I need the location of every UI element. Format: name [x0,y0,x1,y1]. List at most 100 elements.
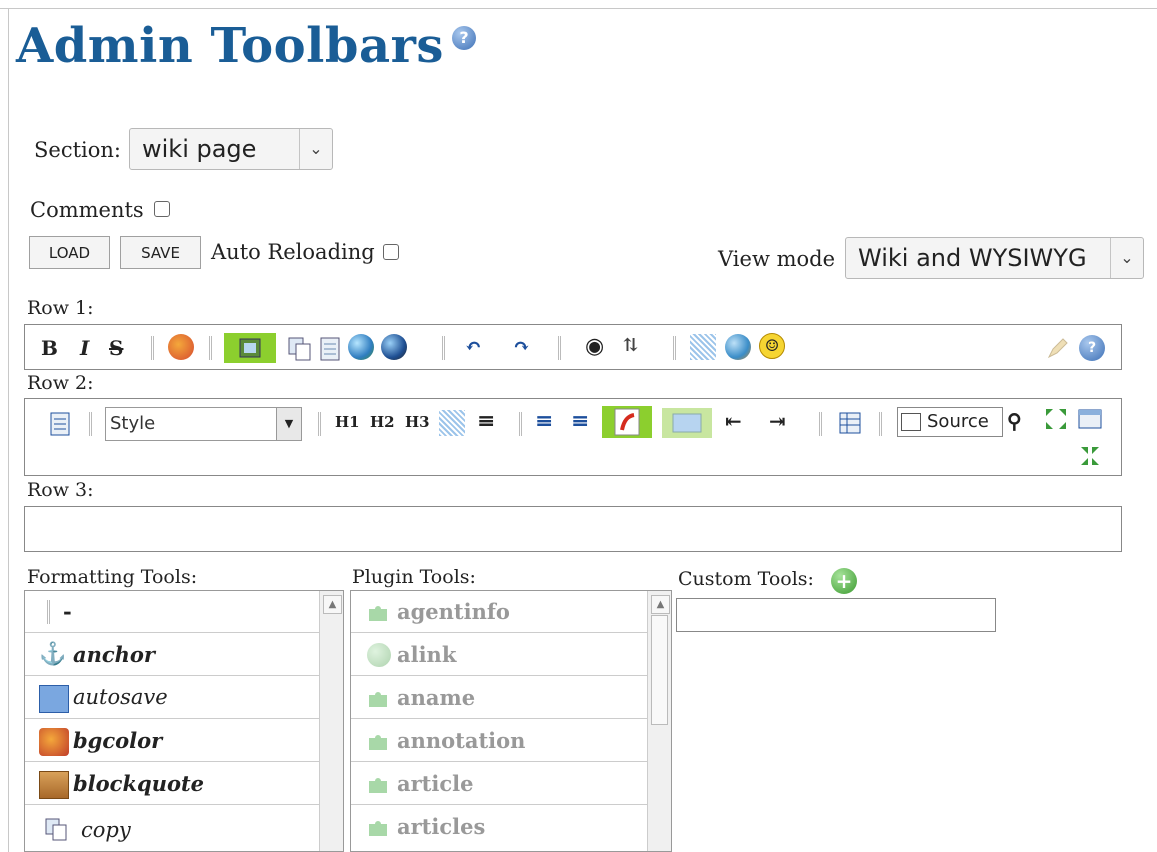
puzzle-icon [367,601,389,623]
list-item[interactable]: ⚓ anchor [25,634,321,676]
bullet-list-icon[interactable]: ≡ [535,408,553,434]
find-binoculars-icon[interactable]: ◉ [585,333,604,359]
source-button[interactable]: Source [897,407,1003,437]
row3-label: Row 3: [27,479,94,501]
separator [879,412,882,436]
strike-tool[interactable]: S [109,335,123,361]
list-item-label: bgcolor [73,728,163,753]
list-item-label: autosave [73,685,168,709]
dropdown-arrow-icon: ▼ [276,408,301,440]
numbered-list-icon[interactable]: ≡ [571,408,589,434]
help-icon[interactable]: ? [452,26,476,50]
scroll-up-icon[interactable]: ▲ [651,595,670,614]
world-icon[interactable] [725,334,751,360]
smiley-icon[interactable]: ☺ [759,333,785,359]
separator [519,412,522,436]
image-icon [239,338,261,358]
auto-reloading-checkbox[interactable] [383,244,399,260]
copy-icon [45,818,69,847]
list-item[interactable]: autosave [25,677,321,719]
row2-label: Row 2: [27,372,94,394]
scroll-up-icon[interactable]: ▲ [323,595,342,614]
list-item[interactable]: agentinfo [351,591,649,633]
list-item[interactable]: copy [25,806,321,848]
italic-tool[interactable]: I [80,335,89,361]
replace-icon[interactable]: ⇅ [623,333,638,359]
globe-icon[interactable] [348,334,374,360]
h1-tool[interactable]: H1 [335,409,360,435]
palette-icon[interactable] [168,334,194,360]
redo-icon[interactable]: ↷ [513,333,530,359]
pattern-icon[interactable] [439,410,465,436]
box-icon [39,771,69,799]
window-icon[interactable] [1077,406,1103,432]
formatting-tools-scrollbar[interactable]: ▲ [319,591,343,851]
separator [673,336,676,360]
page-icon[interactable] [318,336,344,362]
list-item[interactable]: article [351,763,649,805]
flash-icon [614,408,640,436]
formatting-tools-title: Formatting Tools: [27,566,198,588]
section-select[interactable]: wiki page ⌄ [129,128,333,170]
minimize-arrows-icon[interactable] [1077,443,1103,469]
separator [151,336,154,360]
table-icon[interactable] [837,410,863,436]
h3-tool[interactable]: H3 [405,409,430,435]
pencil-icon[interactable] [1045,335,1071,361]
style-select-value: Style [110,413,156,434]
h2-tool[interactable]: H2 [370,409,395,435]
puzzle-icon [367,816,389,838]
preview-magnifier-icon[interactable]: ⚲ [1007,408,1022,434]
comments-checkbox[interactable] [154,201,170,217]
row1-label: Row 1: [27,297,94,319]
list-item[interactable]: blockquote [25,763,321,805]
row3-toolbar[interactable] [24,506,1122,552]
undo-icon[interactable]: ↶ [465,333,482,359]
separator [318,412,321,436]
list-item-label: articles [397,814,486,839]
list-item[interactable]: annotation [351,720,649,762]
scrollbar-thumb[interactable] [651,615,668,725]
row1-toolbar: B I S ↶ ↷ ◉ ⇅ ☺ ? [24,324,1122,370]
palette-icon [39,728,69,756]
list-item[interactable]: bgcolor [25,720,321,762]
html-icon [672,413,702,433]
pattern-icon[interactable] [690,334,716,360]
custom-tools-title: Custom Tools: [678,568,814,590]
plugin-tools-scrollbar[interactable]: ▲ [647,591,671,851]
add-custom-tool-icon[interactable]: + [831,568,857,594]
list-item[interactable]: aname [351,677,649,719]
chevron-down-icon: ⌄ [1110,238,1143,278]
custom-tools-list[interactable] [676,598,996,632]
list-item[interactable]: articles [351,806,649,848]
view-mode-label: View mode [718,247,836,271]
source-icon [901,413,921,431]
plugin-tools-list[interactable]: agentinfo alink aname annotation article… [350,590,672,852]
align-center-icon[interactable]: ≡ [477,408,495,434]
anchor-icon: ⚓ [39,642,67,667]
bold-tool[interactable]: B [41,335,58,361]
indent-icon[interactable]: ⇥ [769,408,786,434]
globe-link-icon[interactable] [381,334,407,360]
load-button[interactable]: LOAD [29,236,110,269]
flash-tool-active[interactable] [602,406,652,438]
outdent-icon[interactable]: ⇤ [725,408,742,434]
style-select[interactable]: Style ▼ [105,407,302,441]
puzzle-icon [367,687,389,709]
save-button[interactable]: SAVE [120,236,201,269]
html-tool[interactable] [662,408,712,438]
section-select-value: wiki page [142,135,257,163]
list-item[interactable]: - [25,591,321,633]
copy-icon[interactable] [287,336,313,362]
puzzle-icon [367,773,389,795]
link-globe-icon [367,643,391,667]
view-mode-select[interactable]: Wiki and WYSIWYG ⌄ [845,237,1144,279]
help-icon[interactable]: ? [1079,335,1105,361]
maximize-arrows-icon[interactable] [1043,406,1069,432]
chevron-down-icon: ⌄ [299,129,332,169]
source-label: Source [927,411,989,432]
document-icon[interactable] [47,411,73,437]
image-tool-active[interactable] [224,333,276,363]
formatting-tools-list[interactable]: - ⚓ anchor autosave bgcolor blockquote c… [24,590,344,852]
list-item[interactable]: alink [351,634,649,676]
